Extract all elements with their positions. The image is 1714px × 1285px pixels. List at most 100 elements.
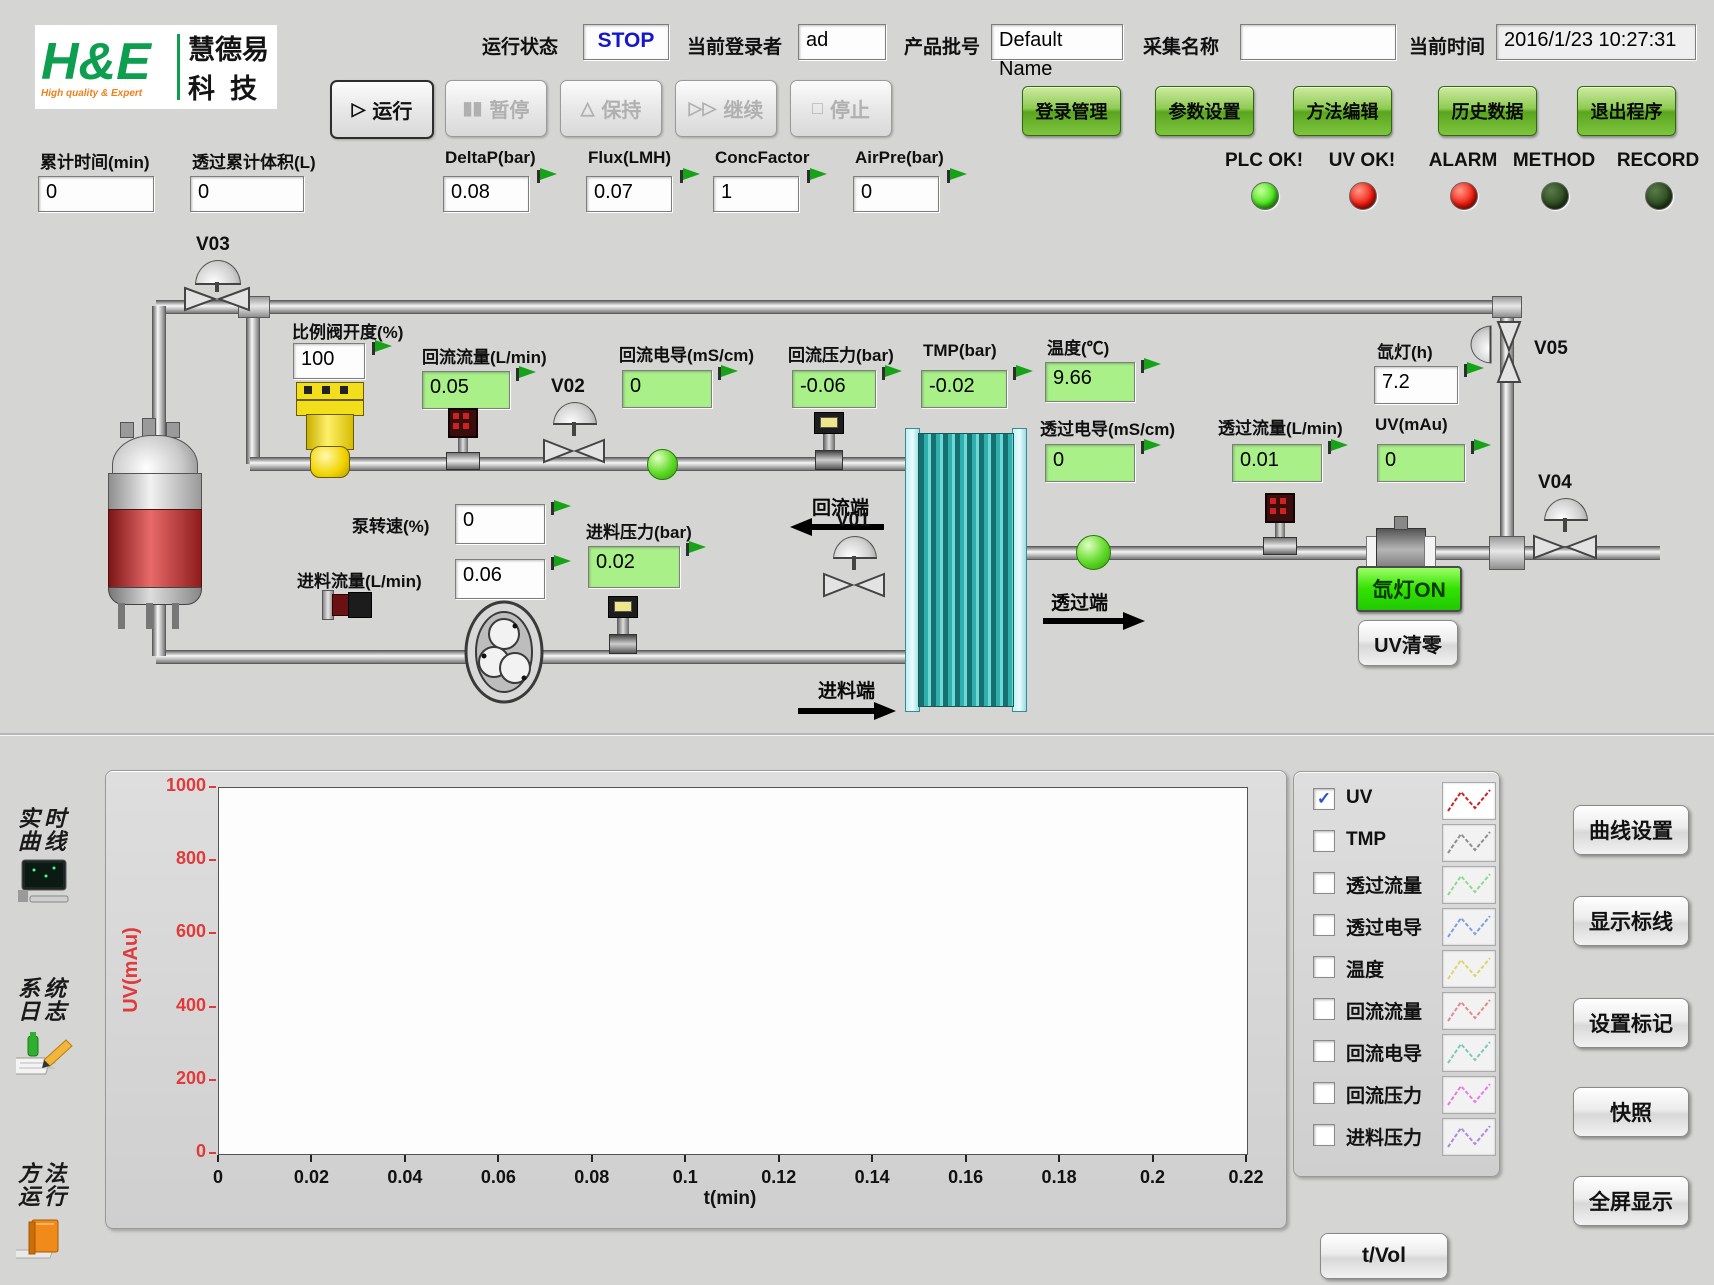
valve-v01[interactable] (822, 536, 886, 598)
nav-button-login-manage[interactable]: 登录管理 (1022, 86, 1121, 136)
legend-line-sample-perm-flow[interactable] (1442, 866, 1496, 904)
legend-checkbox-uv[interactable]: ✓ (1313, 788, 1335, 810)
feed-flow-value[interactable]: 0.06 (455, 559, 545, 599)
show-cursor-lines-button[interactable]: 显示标线 (1573, 896, 1689, 946)
legend-row-feed-press: 进料压力 (1294, 1116, 1499, 1156)
logo-abbr: H&E (41, 36, 169, 88)
perm-flow-flag-icon (1328, 439, 1352, 455)
xenon-hours-value[interactable]: 7.2 (1374, 366, 1458, 404)
temperature-value: 9.66 (1045, 362, 1135, 402)
legend-row-temperature: 温度 (1294, 948, 1499, 988)
stop-button[interactable]: □停止 (790, 80, 892, 137)
product-batch-input[interactable]: Default Name (991, 24, 1123, 60)
legend-checkbox-reflux-flow[interactable] (1313, 998, 1335, 1020)
legend-checkbox-temperature[interactable] (1313, 956, 1335, 978)
legend-checkbox-tmp[interactable] (1313, 830, 1335, 852)
current-user-label: 当前登录者 (687, 32, 782, 59)
y-tick-mark (209, 1152, 216, 1154)
legend-line-sample-feed-press[interactable] (1442, 1118, 1496, 1156)
legend-label-reflux-press: 回流压力 (1346, 1081, 1422, 1108)
fullscreen-button[interactable]: 全屏显示 (1573, 1176, 1689, 1226)
uv-zero-button[interactable]: UV清零 (1358, 620, 1458, 666)
snapshot-button[interactable]: 快照 (1573, 1087, 1689, 1137)
process-diagram: V03 比例阀开度(%) 100 回流流量(L/min) 0.05 V02 (0, 210, 1714, 733)
legend-line-sample-reflux-flow[interactable] (1442, 992, 1496, 1030)
nav-button-exit-program[interactable]: 退出程序 (1577, 86, 1676, 136)
xenon-on-button[interactable]: 氙灯ON (1356, 566, 1462, 612)
collection-name-input[interactable] (1240, 24, 1396, 60)
run-button[interactable]: ▷运行 (330, 80, 434, 139)
alarm-led (1450, 182, 1478, 210)
legend-line-sample-reflux-press[interactable] (1442, 1076, 1496, 1114)
x-tick-label: 0.12 (761, 1167, 796, 1188)
valve-v05[interactable] (1462, 320, 1528, 384)
sidebar-item-system-log[interactable]: 系统日志 (12, 978, 76, 1024)
y-tick-label: 0 (146, 1141, 206, 1162)
legend-checkbox-reflux-press[interactable] (1313, 1082, 1335, 1104)
legend-checkbox-perm-flow[interactable] (1313, 872, 1335, 894)
legend-checkbox-feed-press[interactable] (1313, 1124, 1335, 1146)
current-time-value: 2016/1/23 10:27:31 (1496, 24, 1696, 60)
button-label: 停止 (830, 94, 870, 123)
reflux-press-label: 回流压力(bar) (788, 341, 894, 366)
flux-flag-icon (680, 168, 704, 184)
x-tick-mark (1245, 1155, 1247, 1162)
book-icon (16, 1214, 72, 1267)
hold-button[interactable]: △保持 (560, 80, 662, 137)
legend-label-feed-press: 进料压力 (1346, 1123, 1422, 1150)
deltap-flag-icon (537, 168, 561, 184)
x-tick-label: 0.22 (1228, 1167, 1263, 1188)
curve-settings-button[interactable]: 曲线设置 (1573, 805, 1689, 855)
pipe-tank-out (152, 600, 166, 656)
y-tick-label: 600 (146, 921, 206, 942)
play-icon: ▷ (352, 99, 366, 120)
valve-v03[interactable] (183, 260, 251, 312)
sidebar-item-label: 系统日志 (12, 978, 76, 1024)
reflux-flow-flag-icon (516, 366, 540, 382)
x-tick-mark (497, 1155, 499, 1162)
plot-area[interactable] (218, 787, 1248, 1155)
legend-panel: ✓UVTMP透过流量透过电导温度回流流量回流电导回流压力进料压力 (1293, 771, 1500, 1177)
legend-checkbox-reflux-cond[interactable] (1313, 1040, 1335, 1062)
legend-row-reflux-press: 回流压力 (1294, 1074, 1499, 1114)
perm-flow-value: 0.01 (1232, 444, 1322, 482)
legend-line-sample-uv[interactable] (1442, 782, 1496, 820)
legend-line-sample-perm-cond[interactable] (1442, 908, 1496, 946)
xenon-hours-label: 氙灯(h) (1377, 338, 1433, 363)
legend-line-sample-reflux-cond[interactable] (1442, 1034, 1496, 1072)
legend-line-sample-temperature[interactable] (1442, 950, 1496, 988)
prop-valve-value[interactable]: 100 (293, 343, 365, 379)
legend-line-sample-tmp[interactable] (1442, 824, 1496, 862)
tmp-label: TMP(bar) (923, 341, 997, 361)
nav-button-history-data[interactable]: 历史数据 (1438, 86, 1537, 136)
button-label: 暂停 (489, 94, 529, 123)
pump-speed-value[interactable]: 0 (455, 504, 545, 544)
concfactor-label: ConcFactor (715, 148, 809, 168)
section-divider (0, 733, 1714, 736)
legend-label-temperature: 温度 (1346, 955, 1384, 982)
permeate-arrow-icon (1041, 612, 1145, 630)
set-marks-button[interactable]: 设置标记 (1573, 998, 1689, 1048)
sidebar-item-method-run[interactable]: 方法运行 (12, 1163, 76, 1209)
sidebar-item-realtime-curve[interactable]: 实时曲线 (12, 808, 76, 854)
legend-checkbox-perm-cond[interactable] (1313, 914, 1335, 936)
method-label: METHOD (1513, 150, 1595, 172)
reflux-cond-label: 回流电导(mS/cm) (619, 341, 754, 366)
nav-button-method-edit[interactable]: 方法编辑 (1293, 86, 1392, 136)
feed-press-sensor-icon (608, 596, 638, 654)
x-tick-mark (217, 1155, 219, 1162)
pause-button[interactable]: ▮▮暂停 (445, 80, 547, 137)
legend-label-perm-cond: 透过电导 (1346, 913, 1422, 940)
valve-v04[interactable] (1532, 498, 1598, 560)
x-tick-label: 0.14 (855, 1167, 890, 1188)
tvol-toggle-button[interactable]: t/Vol (1320, 1233, 1448, 1279)
y-tick-mark (209, 859, 216, 861)
current-user-input[interactable]: ad (798, 24, 886, 60)
resume-button[interactable]: ▷▷继续 (675, 80, 777, 137)
nav-button-param-settings[interactable]: 参数设置 (1155, 86, 1254, 136)
reflux-flow-label: 回流流量(L/min) (422, 343, 547, 368)
fast-forward-icon: ▷▷ (689, 98, 717, 119)
valve-v02[interactable] (542, 402, 606, 464)
y-axis-title: UV(mAu) (120, 870, 160, 1070)
alarm-label: ALARM (1429, 150, 1498, 172)
